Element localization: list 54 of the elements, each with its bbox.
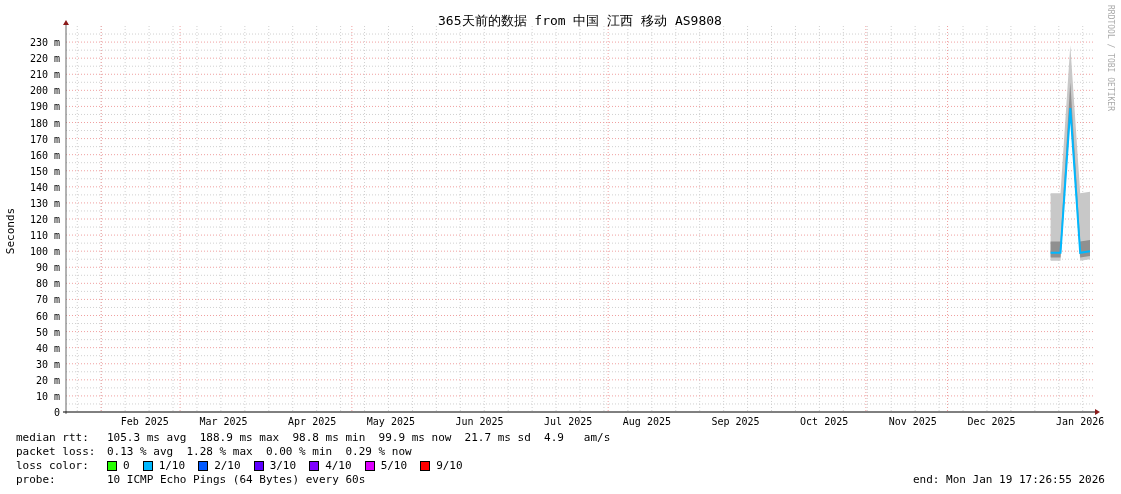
- x-tick-label: Mar 2025: [199, 416, 248, 427]
- x-tick-label: Jul 2025: [544, 416, 593, 427]
- y-tick-label: 210 m: [29, 69, 60, 81]
- y-tick-label: 130 m: [29, 197, 60, 209]
- x-tick-label: Sep 2025: [711, 416, 760, 427]
- stats-text: 105.3 ms avg 188.9 ms max 98.8 ms min 99.9 ms now 21.7 ms sd 4.9 am/s: [107, 431, 611, 445]
- y-tick-label: 80 m: [35, 278, 60, 290]
- legend-label: packet loss:: [16, 445, 97, 459]
- stats-text: 0.13 % avg 1.28 % max 0.00 % min 0.29 % now: [107, 445, 412, 459]
- y-tick-label: 120 m: [29, 214, 60, 225]
- x-tick-label: Feb 2025: [120, 416, 169, 427]
- end-time: end: Mon Jan 19 17:26:55 2026: [912, 473, 1105, 487]
- swatch-label: 3/10: [269, 459, 297, 473]
- legend-label: probe:: [16, 473, 57, 487]
- y-tick-label: 10 m: [35, 390, 60, 402]
- y-tick-label: 50 m: [35, 326, 60, 338]
- y-tick-label: 200 m: [29, 85, 60, 97]
- y-tick-label: 140 m: [29, 181, 60, 193]
- y-tick-label: 160 m: [29, 149, 60, 161]
- y-tick-label: 30 m: [35, 358, 60, 370]
- probe-text: 10 ICMP Echo Pings (64 Bytes) every 60s: [107, 473, 366, 487]
- x-tick-label: Jun 2025: [455, 416, 504, 427]
- y-tick-label: 0: [53, 407, 60, 418]
- y-axis-title: Seconds: [4, 207, 17, 255]
- legend-label: loss color:: [16, 459, 90, 473]
- swatch-label: 9/10: [436, 459, 463, 473]
- swatch-label: 5/10: [380, 459, 408, 473]
- swatch-label: 4/10: [325, 459, 352, 473]
- x-tick-label: Aug 2025: [622, 416, 671, 427]
- y-tick-label: 150 m: [29, 165, 60, 177]
- y-tick-label: 70 m: [35, 294, 60, 306]
- y-tick-label: 110 m: [29, 230, 60, 242]
- y-tick-label: 220 m: [29, 53, 60, 65]
- x-tick-label: May 2025: [366, 416, 415, 427]
- x-tick-label: Apr 2025: [288, 416, 337, 427]
- x-tick-label: Dec 2025: [967, 416, 1016, 427]
- x-tick-label: Oct 2025: [800, 416, 849, 427]
- y-tick-label: 40 m: [35, 342, 60, 354]
- x-tick-label: Nov 2025: [888, 416, 937, 427]
- swatch-label: 1/10: [158, 459, 186, 473]
- y-tick-label: 20 m: [35, 374, 60, 386]
- chart-title: 365天前的数据 from 中国 江西 移动 AS9808: [438, 13, 722, 28]
- credit-text: RRDTOOL / TOBI OETIKER: [1106, 5, 1115, 111]
- y-tick-label: 100 m: [29, 246, 60, 258]
- x-tick-label: Jan 2026: [1056, 416, 1105, 427]
- swatch-label: 0: [123, 459, 130, 473]
- y-tick-label: 230 m: [29, 37, 60, 49]
- y-tick-label: 170 m: [29, 133, 60, 145]
- swatch-label: 2/10: [214, 459, 241, 473]
- y-tick-label: 90 m: [35, 262, 60, 274]
- y-tick-label: 180 m: [29, 117, 60, 129]
- y-tick-label: 60 m: [35, 310, 60, 322]
- y-tick-label: 190 m: [29, 101, 60, 113]
- legend-label: median rtt:: [16, 431, 90, 445]
